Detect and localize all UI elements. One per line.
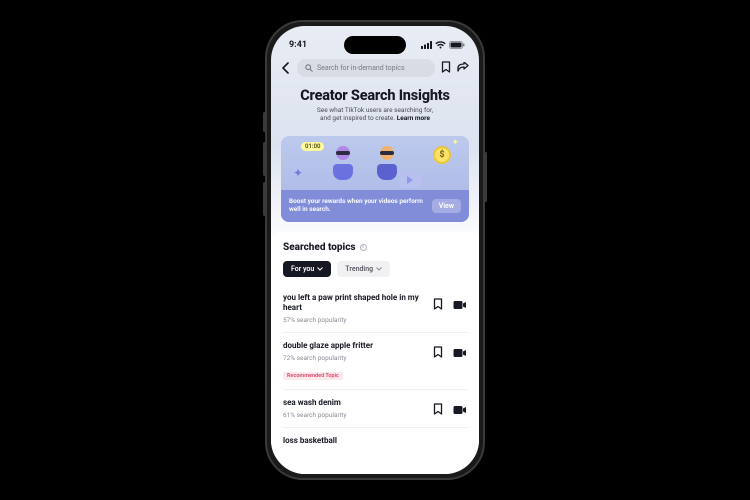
- tab-trending[interactable]: Trending: [337, 261, 390, 277]
- bookmark-icon: [433, 403, 443, 415]
- bookmark-icon: [433, 346, 443, 358]
- bookmark-icon: [441, 61, 451, 73]
- learn-more-link[interactable]: Learn more: [397, 114, 430, 122]
- search-row: Search for in-demand topics: [271, 54, 479, 81]
- search-input[interactable]: Search for in-demand topics: [297, 59, 435, 77]
- power-button: [484, 152, 487, 202]
- battery-icon: [449, 41, 465, 49]
- topic-row[interactable]: sea wash denim 61% search popularity: [283, 389, 467, 427]
- topic-main: you left a paw print shaped hole in my h…: [283, 293, 425, 324]
- topic-row[interactable]: you left a paw print shaped hole in my h…: [283, 285, 467, 332]
- promo-card[interactable]: 01:00 ✦ $ ✦ Boost your rewards when your…: [281, 136, 469, 222]
- coin-icon: $: [433, 146, 451, 164]
- share-button[interactable]: [457, 58, 469, 77]
- bookmark-icon: [433, 298, 443, 310]
- topics-list: you left a paw print shaped hole in my h…: [283, 285, 467, 457]
- topic-main: double glaze apple fritter 72% search pop…: [283, 341, 425, 381]
- timer-badge: 01:00: [301, 142, 324, 151]
- bookmark-button[interactable]: [433, 400, 443, 419]
- volume-up-button: [263, 142, 266, 176]
- section-title: Searched topics: [283, 242, 356, 253]
- status-time: 9:41: [289, 40, 307, 50]
- wifi-icon: [435, 41, 446, 49]
- topic-main: sea wash denim 61% search popularity: [283, 398, 425, 419]
- bookmark-button[interactable]: [441, 58, 451, 77]
- topic-row[interactable]: loss basketball: [283, 427, 467, 457]
- topic-popularity: 61% search popularity: [283, 411, 425, 419]
- subtitle-line1: See what TikTok users are searching for,: [317, 106, 433, 114]
- chevron-left-icon: [281, 62, 291, 74]
- info-icon[interactable]: i: [360, 244, 367, 251]
- create-video-button[interactable]: [453, 295, 467, 314]
- cellular-icon: [421, 41, 432, 49]
- person-illustration: [373, 146, 401, 178]
- topic-title: double glaze apple fritter: [283, 341, 425, 351]
- search-icon: [305, 64, 313, 72]
- person-illustration: [329, 146, 357, 178]
- camera-icon: [453, 405, 467, 415]
- bookmark-button[interactable]: [433, 295, 443, 314]
- chevron-down-icon: [376, 267, 382, 271]
- camera-icon: [453, 300, 467, 310]
- hero: Creator Search Insights See what TikTok …: [271, 81, 479, 130]
- create-video-button[interactable]: [453, 343, 467, 362]
- tab-label: For you: [291, 265, 314, 273]
- sparkle-icon: ✦: [451, 138, 459, 148]
- promo-text: Boost your rewards when your videos perf…: [289, 198, 426, 214]
- promo-view-button[interactable]: View: [432, 199, 461, 213]
- page-subtitle: See what TikTok users are searching for,…: [285, 106, 465, 122]
- bottom-fade: [271, 458, 479, 474]
- phone-frame: 9:41 Search for in-demand topics: [265, 20, 485, 480]
- topic-title: sea wash denim: [283, 398, 425, 408]
- section-header: Searched topics i: [283, 242, 467, 253]
- topic-actions: [433, 398, 467, 419]
- promo-footer: Boost your rewards when your videos perf…: [281, 190, 469, 222]
- back-button[interactable]: [281, 62, 291, 74]
- topic-title: loss basketball: [283, 436, 467, 446]
- topic-popularity: 57% search popularity: [283, 316, 425, 324]
- recommended-badge: Recommended Topic: [283, 372, 343, 380]
- volume-down-button: [263, 182, 266, 216]
- topic-actions: [433, 341, 467, 362]
- topic-main: loss basketball: [283, 436, 467, 449]
- tabs: For you Trending: [283, 261, 467, 277]
- play-icon: [399, 172, 421, 188]
- subtitle-line2: and get inspired to create.: [320, 114, 397, 122]
- screen: 9:41 Search for in-demand topics: [271, 26, 479, 474]
- bookmark-button[interactable]: [433, 343, 443, 362]
- chevron-down-icon: [317, 267, 323, 271]
- share-icon: [457, 62, 469, 73]
- star-icon: ✦: [293, 166, 303, 180]
- notch: [344, 36, 406, 54]
- topic-title: you left a paw print shaped hole in my h…: [283, 293, 425, 313]
- topic-popularity: 72% search popularity: [283, 354, 425, 362]
- tab-for-you[interactable]: For you: [283, 261, 331, 277]
- promo-illustration: 01:00 ✦ $ ✦: [281, 136, 469, 190]
- topic-actions: [433, 293, 467, 314]
- searched-topics-section: Searched topics i For you Trending you l…: [271, 232, 479, 457]
- page-title: Creator Search Insights: [285, 87, 465, 104]
- status-icons: [421, 41, 465, 49]
- topic-row[interactable]: double glaze apple fritter 72% search pop…: [283, 332, 467, 389]
- tab-label: Trending: [345, 265, 373, 273]
- camera-icon: [453, 348, 467, 358]
- create-video-button[interactable]: [453, 400, 467, 419]
- side-button: [263, 112, 266, 132]
- search-placeholder: Search for in-demand topics: [317, 64, 405, 72]
